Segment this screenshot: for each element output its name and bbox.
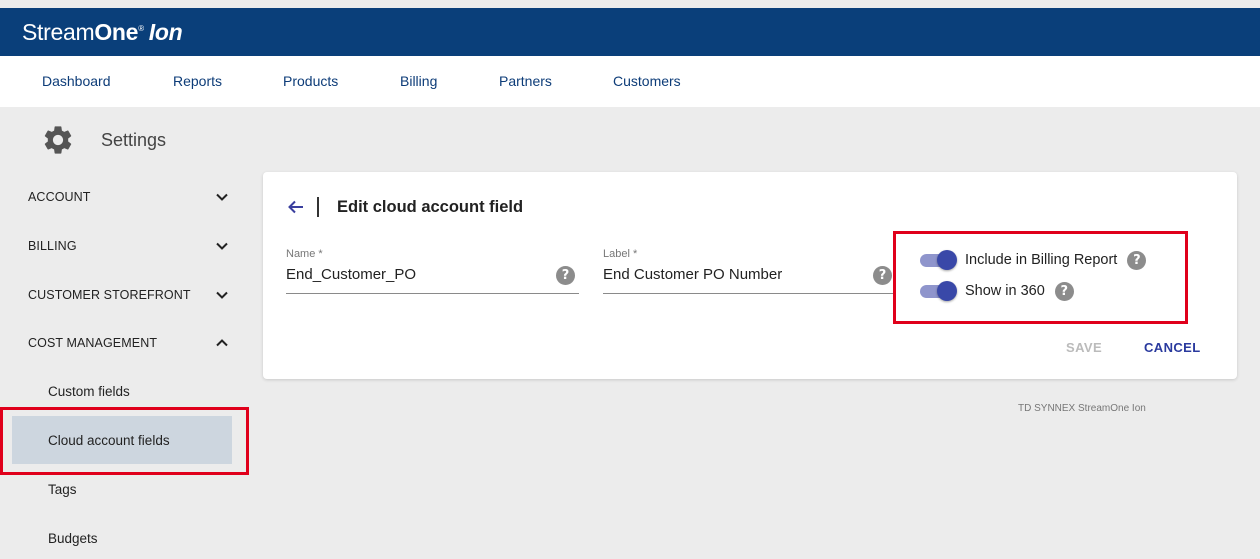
top-header-bar: StreamOne® Ion	[0, 8, 1260, 56]
label-input[interactable]	[603, 266, 860, 283]
name-field-label: Name *	[286, 248, 323, 260]
name-input[interactable]	[286, 266, 544, 283]
title-divider	[317, 197, 319, 217]
sidebar-section-billing[interactable]: BILLING	[28, 234, 233, 258]
card-title: Edit cloud account field	[337, 198, 524, 216]
footer-brand-text: TD SYNNEX StreamOne Ion	[1018, 403, 1146, 414]
highlight-box-toggles	[893, 231, 1188, 324]
nav-reports[interactable]: Reports	[173, 73, 222, 89]
nav-billing[interactable]: Billing	[400, 73, 437, 89]
help-icon[interactable]: ?	[873, 266, 892, 285]
sidebar-section-account[interactable]: ACCOUNT	[28, 185, 233, 209]
cancel-button[interactable]: CANCEL	[1144, 340, 1201, 355]
label-field: Label * ?	[603, 246, 895, 294]
sidebar-section-label: ACCOUNT	[28, 190, 91, 204]
gear-icon	[44, 126, 72, 154]
name-field: Name * ?	[286, 246, 579, 294]
nav-products[interactable]: Products	[283, 73, 338, 89]
back-arrow-icon[interactable]	[285, 196, 307, 218]
settings-header: Settings	[41, 122, 166, 158]
main-nav: Dashboard Reports Products Billing Partn…	[0, 56, 1260, 107]
save-button[interactable]: SAVE	[1066, 340, 1102, 355]
sidebar-section-cost-management[interactable]: COST MANAGEMENT	[28, 331, 233, 355]
sidebar-section-label: BILLING	[28, 239, 77, 253]
sidebar-section-label: COST MANAGEMENT	[28, 336, 158, 350]
highlight-box-sidebar	[0, 407, 249, 475]
chevron-down-icon	[216, 291, 228, 299]
sidebar-section-customer-storefront[interactable]: CUSTOMER STOREFRONT	[28, 283, 233, 307]
nav-partners[interactable]: Partners	[499, 73, 552, 89]
nav-dashboard[interactable]: Dashboard	[42, 73, 111, 89]
chevron-down-icon	[216, 242, 228, 250]
label-field-label: Label *	[603, 248, 638, 260]
chevron-down-icon	[216, 193, 228, 201]
sidebar-item-budgets[interactable]: Budgets	[48, 531, 98, 546]
help-icon[interactable]: ?	[556, 266, 575, 285]
sidebar-item-tags[interactable]: Tags	[48, 482, 77, 497]
sidebar-item-custom-fields[interactable]: Custom fields	[48, 384, 130, 399]
page-title: Settings	[101, 129, 167, 150]
sidebar-section-label: CUSTOMER STOREFRONT	[28, 288, 191, 302]
chevron-up-icon	[216, 339, 228, 347]
nav-customers[interactable]: Customers	[613, 73, 681, 89]
brand-logo[interactable]: StreamOne® Ion	[22, 19, 183, 46]
